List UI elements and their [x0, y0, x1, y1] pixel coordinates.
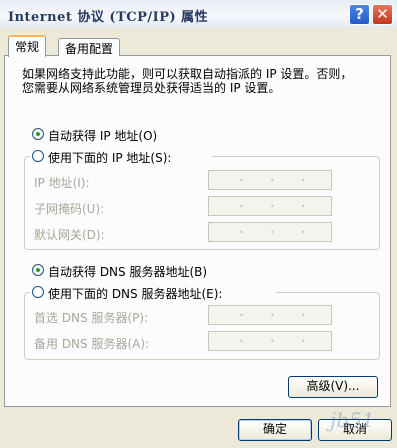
advanced-button[interactable]: 高级(V)...: [288, 376, 378, 398]
description-line-1: 如果网络支持此功能，则可以获取自动指派的 IP 设置。否则，: [22, 67, 353, 81]
watermark-logo: jb51: [330, 408, 375, 432]
close-icon: ✕: [376, 5, 389, 23]
tab-general[interactable]: 常规: [8, 35, 47, 57]
tab-alternate-config-label: 备用配置: [65, 42, 114, 56]
alternate-dns-field[interactable]: • • •: [208, 331, 332, 351]
close-button[interactable]: ✕: [372, 4, 393, 25]
window-title: Internet 协议 (TCP/IP) 属性: [8, 10, 209, 25]
radio-auto-ip[interactable]: [32, 128, 44, 140]
radio-manual-ip-label[interactable]: 使用下面的 IP 地址(S):: [48, 149, 171, 166]
radio-auto-dns-label[interactable]: 自动获得 DNS 服务器地址(B): [48, 263, 207, 280]
radio-manual-dns-label[interactable]: 使用下面的 DNS 服务器地址(E):: [48, 285, 222, 302]
alternate-dns-label: 备用 DNS 服务器(A):: [34, 337, 150, 351]
help-button[interactable]: ?: [349, 4, 370, 25]
subnet-mask-field[interactable]: • • •: [208, 196, 332, 216]
help-icon: ?: [355, 5, 364, 23]
radio-manual-ip[interactable]: [32, 150, 44, 162]
description-text: 如果网络支持此功能，则可以获取自动指派的 IP 设置。否则， 您需要从网络系统管…: [22, 67, 352, 95]
preferred-dns-label: 首选 DNS 服务器(P):: [34, 311, 149, 325]
radio-auto-dns[interactable]: [32, 264, 44, 276]
default-gateway-field[interactable]: • • •: [208, 222, 332, 242]
radio-manual-dns[interactable]: [32, 286, 44, 298]
radio-auto-ip-label[interactable]: 自动获得 IP 地址(O): [48, 127, 157, 144]
subnet-mask-label: 子网掩码(U):: [34, 202, 105, 216]
preferred-dns-field[interactable]: • • •: [208, 305, 332, 325]
default-gateway-label: 默认网关(D):: [34, 228, 105, 242]
ip-address-label: IP 地址(I):: [34, 176, 90, 190]
ip-address-field[interactable]: • • •: [208, 170, 332, 190]
ok-button[interactable]: 确定: [238, 419, 312, 441]
tab-general-label: 常规: [15, 40, 40, 54]
description-line-2: 您需要从网络系统管理员处获得适当的 IP 设置。: [22, 81, 281, 95]
tab-alternate-config[interactable]: 备用配置: [58, 38, 121, 56]
